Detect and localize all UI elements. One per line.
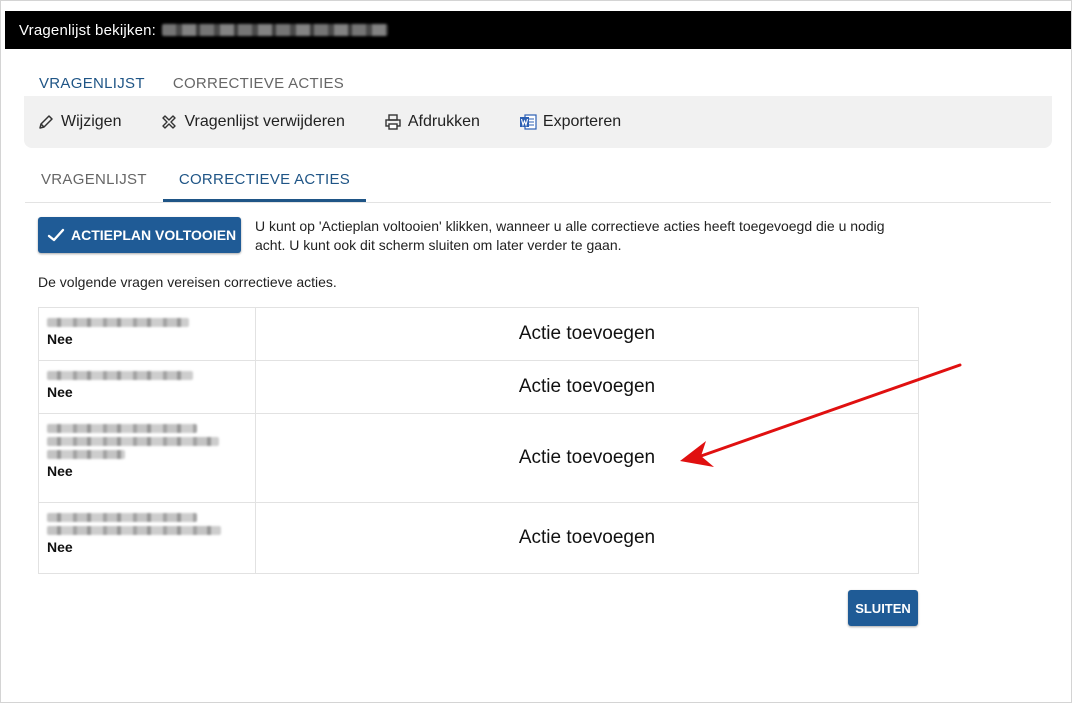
annotation-arrow [680,363,962,467]
dialog-window: Vragenlijst bekijken: VRAGENLIJST CORREC… [0,0,1072,703]
